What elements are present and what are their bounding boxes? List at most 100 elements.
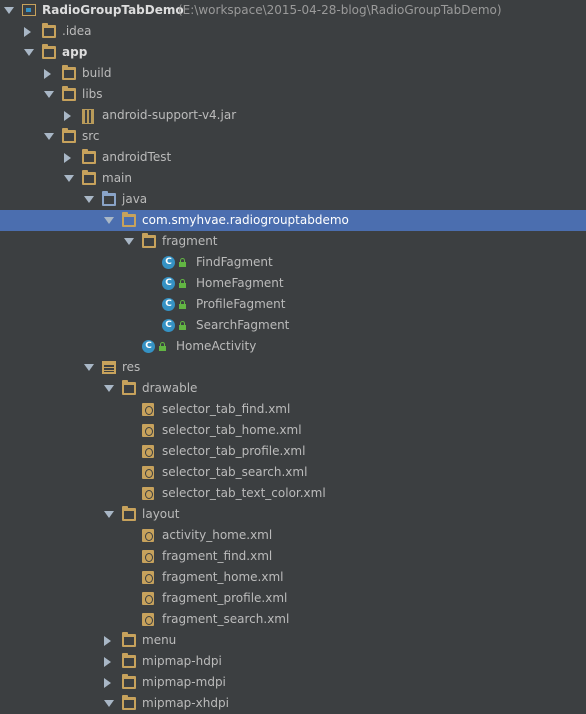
tree-item-label: fragment_profile.xml [162,591,288,605]
chevron-right-icon[interactable] [64,153,71,163]
tree-item-label: selector_tab_profile.xml [162,444,306,458]
tree-row-fragment[interactable]: fragment [0,231,586,252]
tree-item-label: HomeActivity [176,339,257,353]
tree-row-homeactivity[interactable]: C HomeActivity [0,336,586,357]
chevron-right-icon[interactable] [24,27,31,37]
chevron-right-icon[interactable] [104,678,111,688]
tree-item-label: menu [142,633,177,647]
tree-row-src[interactable]: src [0,126,586,147]
tree-row--idea[interactable]: .idea [0,21,586,42]
tree-row-drawable[interactable]: drawable [0,378,586,399]
chevron-down-icon[interactable] [44,133,54,140]
chevron-down-icon[interactable] [84,364,94,371]
tree-item-label: ProfileFagment [196,297,286,311]
tree-row-selector-tab-text-color-xml[interactable]: selector_tab_text_color.xml [0,483,586,504]
package-icon [142,233,156,248]
tree-row-mipmap-xhdpi[interactable]: mipmap-xhdpi [0,693,586,714]
chevron-down-icon[interactable] [104,511,114,518]
tree-row-findfagment[interactable]: C FindFagment [0,252,586,273]
xml-file-icon [142,529,154,542]
tree-item-label: androidTest [102,150,172,164]
xml-file-icon [142,571,154,584]
tree-item-label: fragment [162,234,218,248]
xml-file-icon [142,466,154,479]
tree-item-label: FindFagment [196,255,273,269]
tree-row-activity-home-xml[interactable]: activity_home.xml [0,525,586,546]
chevron-down-icon[interactable] [4,7,14,14]
tree-row-selector-tab-search-xml[interactable]: selector_tab_search.xml [0,462,586,483]
tree-row-androidtest[interactable]: androidTest [0,147,586,168]
tree-item-label: mipmap-mdpi [142,675,226,689]
tree-item-label: res [122,360,141,374]
tree-item-label: layout [142,507,180,521]
folder-icon [42,23,56,38]
jar-icon [82,109,94,124]
tree-row-homefagment[interactable]: C HomeFagment [0,273,586,294]
tree-row-fragment-find-xml[interactable]: fragment_find.xml [0,546,586,567]
tree-item-label: libs [82,87,103,101]
tree-row-mipmap-mdpi[interactable]: mipmap-mdpi [0,672,586,693]
chevron-right-icon[interactable] [64,111,71,121]
chevron-down-icon[interactable] [24,49,34,56]
chevron-right-icon[interactable] [104,636,111,646]
xml-file-icon [142,487,154,500]
folder-icon [122,380,136,395]
tree-row-main[interactable]: main [0,168,586,189]
tree-item-label: java [122,192,148,206]
tree-item-label: SearchFagment [196,318,290,332]
lock-icon [179,258,186,267]
tree-item-label: mipmap-xhdpi [142,696,229,710]
tree-row-fragment-home-xml[interactable]: fragment_home.xml [0,567,586,588]
source-folder-icon [102,191,116,206]
tree-row-project-root[interactable]: RadioGroupTabDemo (E:\workspace\2015-04-… [0,0,586,21]
xml-file-icon [142,424,154,437]
chevron-down-icon[interactable] [64,175,74,182]
tree-item-label: com.smyhvae.radiogrouptabdemo [142,213,349,227]
chevron-down-icon[interactable] [104,385,114,392]
chevron-right-icon[interactable] [104,657,111,667]
tree-row-selector-tab-profile-xml[interactable]: selector_tab_profile.xml [0,441,586,462]
tree-item-label: build [82,66,112,80]
tree-row-app[interactable]: app [0,42,586,63]
xml-file-icon [142,445,154,458]
tree-row-menu[interactable]: menu [0,630,586,651]
lock-icon [159,342,166,351]
folder-icon [82,170,96,185]
tree-row-build[interactable]: build [0,63,586,84]
tree-row-profilefagment[interactable]: C ProfileFagment [0,294,586,315]
chevron-down-icon[interactable] [44,91,54,98]
tree-row-fragment-search-xml[interactable]: fragment_search.xml [0,609,586,630]
class-icon: C [142,340,155,353]
tree-row-selector-tab-home-xml[interactable]: selector_tab_home.xml [0,420,586,441]
tree-item-label: android-support-v4.jar [102,108,237,122]
chevron-right-icon[interactable] [44,69,51,79]
folder-icon [82,149,96,164]
tree-row-android-support-v4-jar[interactable]: android-support-v4.jar [0,105,586,126]
package-icon [122,212,136,227]
tree-row-selector-tab-find-xml[interactable]: selector_tab_find.xml [0,399,586,420]
tree-row-fragment-profile-xml[interactable]: fragment_profile.xml [0,588,586,609]
tree-item-label: selector_tab_home.xml [162,423,302,437]
project-path: (E:\workspace\2015-04-28-blog\RadioGroup… [178,3,502,17]
xml-file-icon [142,592,154,605]
tree-item-label: src [82,129,100,143]
tree-row-res[interactable]: res [0,357,586,378]
tree-item-label: main [102,171,132,185]
chevron-down-icon[interactable] [84,196,94,203]
tree-item-label: app [62,45,88,59]
tree-row-com-smyhvae-radiogrouptabdemo[interactable]: com.smyhvae.radiogrouptabdemo [0,210,586,231]
xml-file-icon [142,613,154,626]
chevron-down-icon[interactable] [104,217,114,224]
tree-item-label: activity_home.xml [162,528,273,542]
tree-row-searchfagment[interactable]: C SearchFagment [0,315,586,336]
tree-item-label: fragment_home.xml [162,570,284,584]
tree-row-mipmap-hdpi[interactable]: mipmap-hdpi [0,651,586,672]
tree-row-layout[interactable]: layout [0,504,586,525]
chevron-down-icon[interactable] [124,238,134,245]
tree-item-label: selector_tab_find.xml [162,402,291,416]
tree-row-libs[interactable]: libs [0,84,586,105]
tree-row-java[interactable]: java [0,189,586,210]
tree-item-label: mipmap-hdpi [142,654,222,668]
folder-icon [122,695,136,710]
chevron-down-icon[interactable] [104,700,114,707]
